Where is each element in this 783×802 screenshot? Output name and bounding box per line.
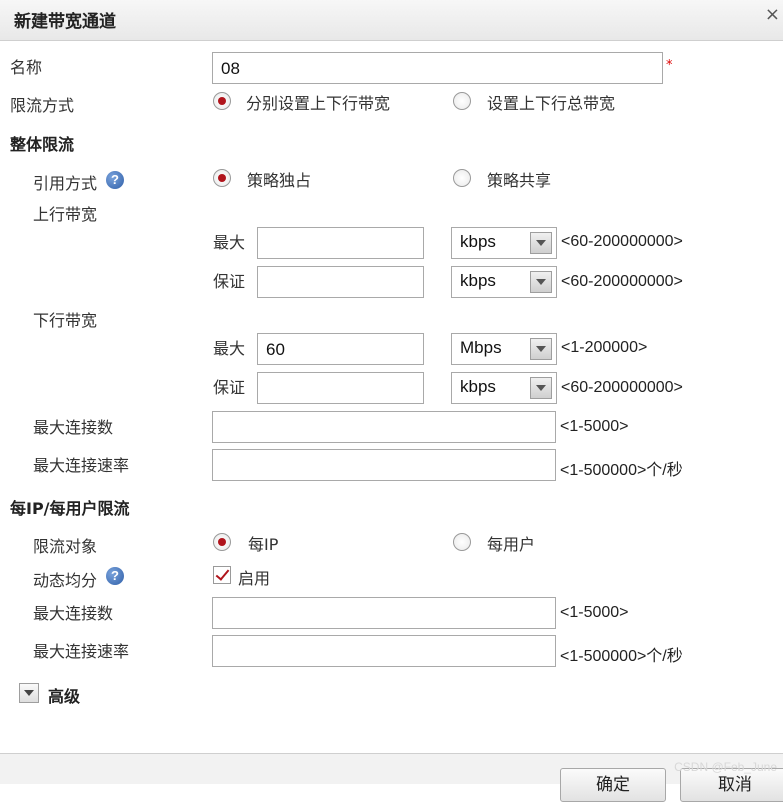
uplink-guarantee-input[interactable]: [257, 266, 424, 298]
dialog-titlebar: [0, 0, 783, 41]
chevron-down-icon[interactable]: [530, 338, 552, 360]
radio-policy-exclusive[interactable]: [213, 169, 231, 187]
per-ip-max-conn-rate-input[interactable]: [212, 635, 556, 667]
uplink-label: 上行带宽: [33, 205, 98, 224]
downlink-max-unit-value: Mbps: [460, 338, 502, 357]
radio-per-user[interactable]: [453, 533, 471, 551]
downlink-guarantee-input[interactable]: [257, 372, 424, 404]
radio-separate-bandwidth[interactable]: [213, 92, 231, 110]
overall-max-conn-rate-range: <1-500000>个/秒: [560, 462, 683, 479]
downlink-max-label: 最大: [213, 339, 246, 358]
uplink-max-unit-select[interactable]: kbps: [451, 227, 557, 259]
uplink-max-label: 最大: [213, 233, 246, 252]
uplink-max-range: <60-200000000>: [561, 233, 683, 250]
uplink-guarantee-range: <60-200000000>: [561, 273, 683, 290]
radio-policy-shared[interactable]: [453, 169, 471, 187]
dialog-title: 新建带宽通道: [14, 12, 116, 32]
radio-per-user-label[interactable]: 每用户: [487, 531, 535, 555]
ok-button[interactable]: 确定: [560, 768, 666, 802]
uplink-guarantee-unit-value: kbps: [460, 271, 496, 290]
overall-limit-section-title: 整体限流: [10, 135, 75, 154]
reference-mode-label: 引用方式: [33, 174, 98, 193]
downlink-guarantee-label: 保证: [213, 378, 246, 397]
downlink-guarantee-unit-select[interactable]: kbps: [451, 372, 557, 404]
radio-total-bandwidth[interactable]: [453, 92, 471, 110]
chevron-down-icon[interactable]: [530, 377, 552, 399]
watermark: CSDN @Feb_June: [674, 760, 777, 774]
overall-max-conn-range: <1-5000>: [560, 418, 629, 435]
uplink-guarantee-unit-select[interactable]: kbps: [451, 266, 557, 298]
required-mark: *: [666, 58, 673, 73]
uplink-max-input[interactable]: [257, 227, 424, 259]
name-input[interactable]: 08: [212, 52, 663, 84]
chevron-down-icon[interactable]: [530, 232, 552, 254]
enable-label[interactable]: 启用: [238, 565, 270, 589]
radio-separate-bandwidth-label[interactable]: 分别设置上下行带宽: [246, 90, 390, 114]
per-ip-max-conn-input[interactable]: [212, 597, 556, 629]
radio-policy-shared-label[interactable]: 策略共享: [487, 167, 551, 191]
uplink-guarantee-label: 保证: [213, 272, 246, 291]
downlink-max-range: <1-200000>: [561, 339, 648, 356]
advanced-expand-icon[interactable]: [19, 683, 39, 703]
uplink-max-unit-value: kbps: [460, 232, 496, 251]
limit-target-label: 限流对象: [33, 537, 98, 556]
downlink-max-unit-select[interactable]: Mbps: [451, 333, 557, 365]
dynamic-share-label: 动态均分: [33, 571, 98, 590]
per-ip-max-conn-range: <1-5000>: [560, 604, 629, 621]
radio-total-bandwidth-label[interactable]: 设置上下行总带宽: [487, 90, 615, 114]
overall-max-conn-rate-input[interactable]: [212, 449, 556, 481]
help-icon[interactable]: ?: [106, 171, 124, 189]
overall-max-conn-label: 最大连接数: [33, 418, 114, 437]
limit-mode-label: 限流方式: [10, 96, 75, 115]
advanced-label[interactable]: 高级: [48, 683, 80, 707]
downlink-max-input[interactable]: 60: [257, 333, 424, 365]
per-ip-max-conn-label: 最大连接数: [33, 604, 114, 623]
per-ip-max-conn-rate-range: <1-500000>个/秒: [560, 648, 683, 665]
name-label: 名称: [10, 58, 43, 77]
per-ip-max-conn-rate-label: 最大连接速率: [33, 642, 130, 661]
overall-max-conn-rate-label: 最大连接速率: [33, 456, 130, 475]
downlink-guarantee-unit-value: kbps: [460, 377, 496, 396]
downlink-guarantee-range: <60-200000000>: [561, 379, 683, 396]
help-icon[interactable]: ?: [106, 567, 124, 585]
radio-policy-exclusive-label[interactable]: 策略独占: [247, 167, 311, 191]
per-ip-section-title: 每IP/每用户限流: [10, 499, 130, 518]
radio-per-ip[interactable]: [213, 533, 231, 551]
radio-per-ip-label[interactable]: 每IP: [248, 531, 278, 555]
overall-max-conn-input[interactable]: [212, 411, 556, 443]
downlink-label: 下行带宽: [33, 311, 98, 330]
close-icon[interactable]: ×: [765, 4, 780, 25]
chevron-down-icon[interactable]: [530, 271, 552, 293]
enable-checkbox[interactable]: [213, 566, 231, 584]
